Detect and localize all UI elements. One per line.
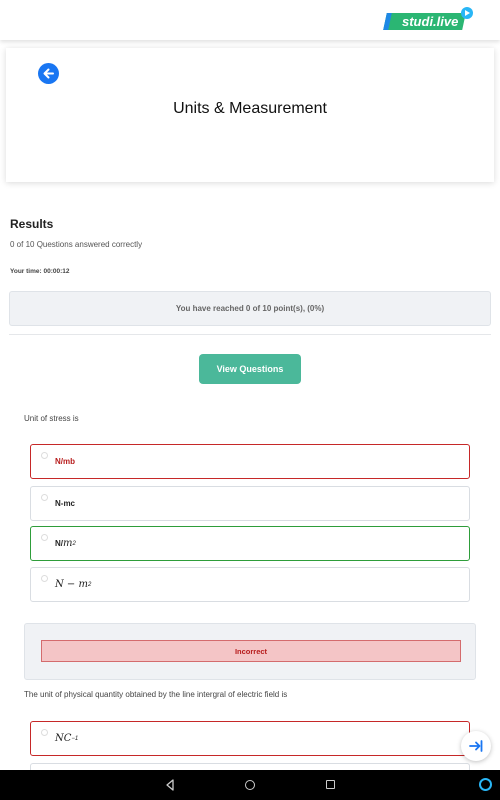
points-summary: You have reached 0 of 10 point(s), (0%) — [9, 291, 491, 326]
option-math-exponent: −1 — [71, 735, 79, 742]
nav-back-icon[interactable] — [165, 779, 175, 791]
question-1-option-3[interactable]: N/m 2 — [30, 526, 470, 561]
question-1-text: Unit of stress is — [24, 414, 79, 423]
radio-button[interactable] — [41, 452, 48, 459]
radio-button[interactable] — [41, 575, 48, 582]
radio-button[interactable] — [41, 729, 48, 736]
top-bar: studi.live — [0, 0, 500, 40]
question-2-text: The unit of physical quantity obtained b… — [24, 690, 288, 699]
question-1-option-4[interactable]: N − m2 — [30, 567, 470, 602]
option-label-prefix: N/ — [55, 539, 63, 548]
question-2-option-1[interactable]: NC −1 — [30, 721, 470, 756]
points-text: You have reached 0 of 10 point(s), (0%) — [175, 304, 325, 313]
results-heading: Results — [10, 217, 54, 231]
option-label: N/mb — [55, 457, 75, 466]
divider — [9, 334, 491, 335]
header-card: Units & Measurement — [6, 48, 494, 182]
back-button[interactable] — [38, 63, 59, 84]
question-1-option-1[interactable]: N/mb — [30, 444, 470, 479]
studi-live-logo[interactable]: studi.live — [382, 7, 473, 30]
nav-recent-icon[interactable] — [326, 780, 335, 789]
option-math-exponent: 2 — [87, 581, 92, 588]
nav-home-icon[interactable] — [245, 780, 255, 790]
incorrect-banner: Incorrect — [41, 640, 461, 662]
question-1-option-2[interactable]: N-mc — [30, 486, 470, 521]
question-1-result-card: Incorrect — [24, 623, 476, 680]
page-title: Units & Measurement — [173, 100, 327, 117]
logo-text: studi.live — [401, 13, 458, 29]
option-label: N-mc — [55, 499, 76, 508]
radio-button[interactable] — [41, 494, 48, 501]
results-answered: 0 of 10 Questions answered correctly — [10, 240, 143, 249]
exit-arrow-icon — [469, 740, 483, 752]
back-arrow-icon — [43, 68, 54, 79]
result-text: Incorrect — [234, 646, 268, 656]
radio-button[interactable] — [41, 534, 48, 541]
play-icon — [461, 7, 473, 19]
option-math-base: NC — [55, 733, 72, 744]
option-math-exponent: 2 — [72, 540, 76, 547]
assistant-icon[interactable] — [479, 778, 492, 791]
option-math-base: N − m — [55, 579, 88, 590]
exit-button[interactable] — [461, 731, 491, 761]
time-taken: Your time: 00:00:12 — [10, 268, 70, 275]
android-nav-bar — [0, 770, 500, 800]
view-questions-button[interactable]: View Questions — [199, 354, 301, 384]
